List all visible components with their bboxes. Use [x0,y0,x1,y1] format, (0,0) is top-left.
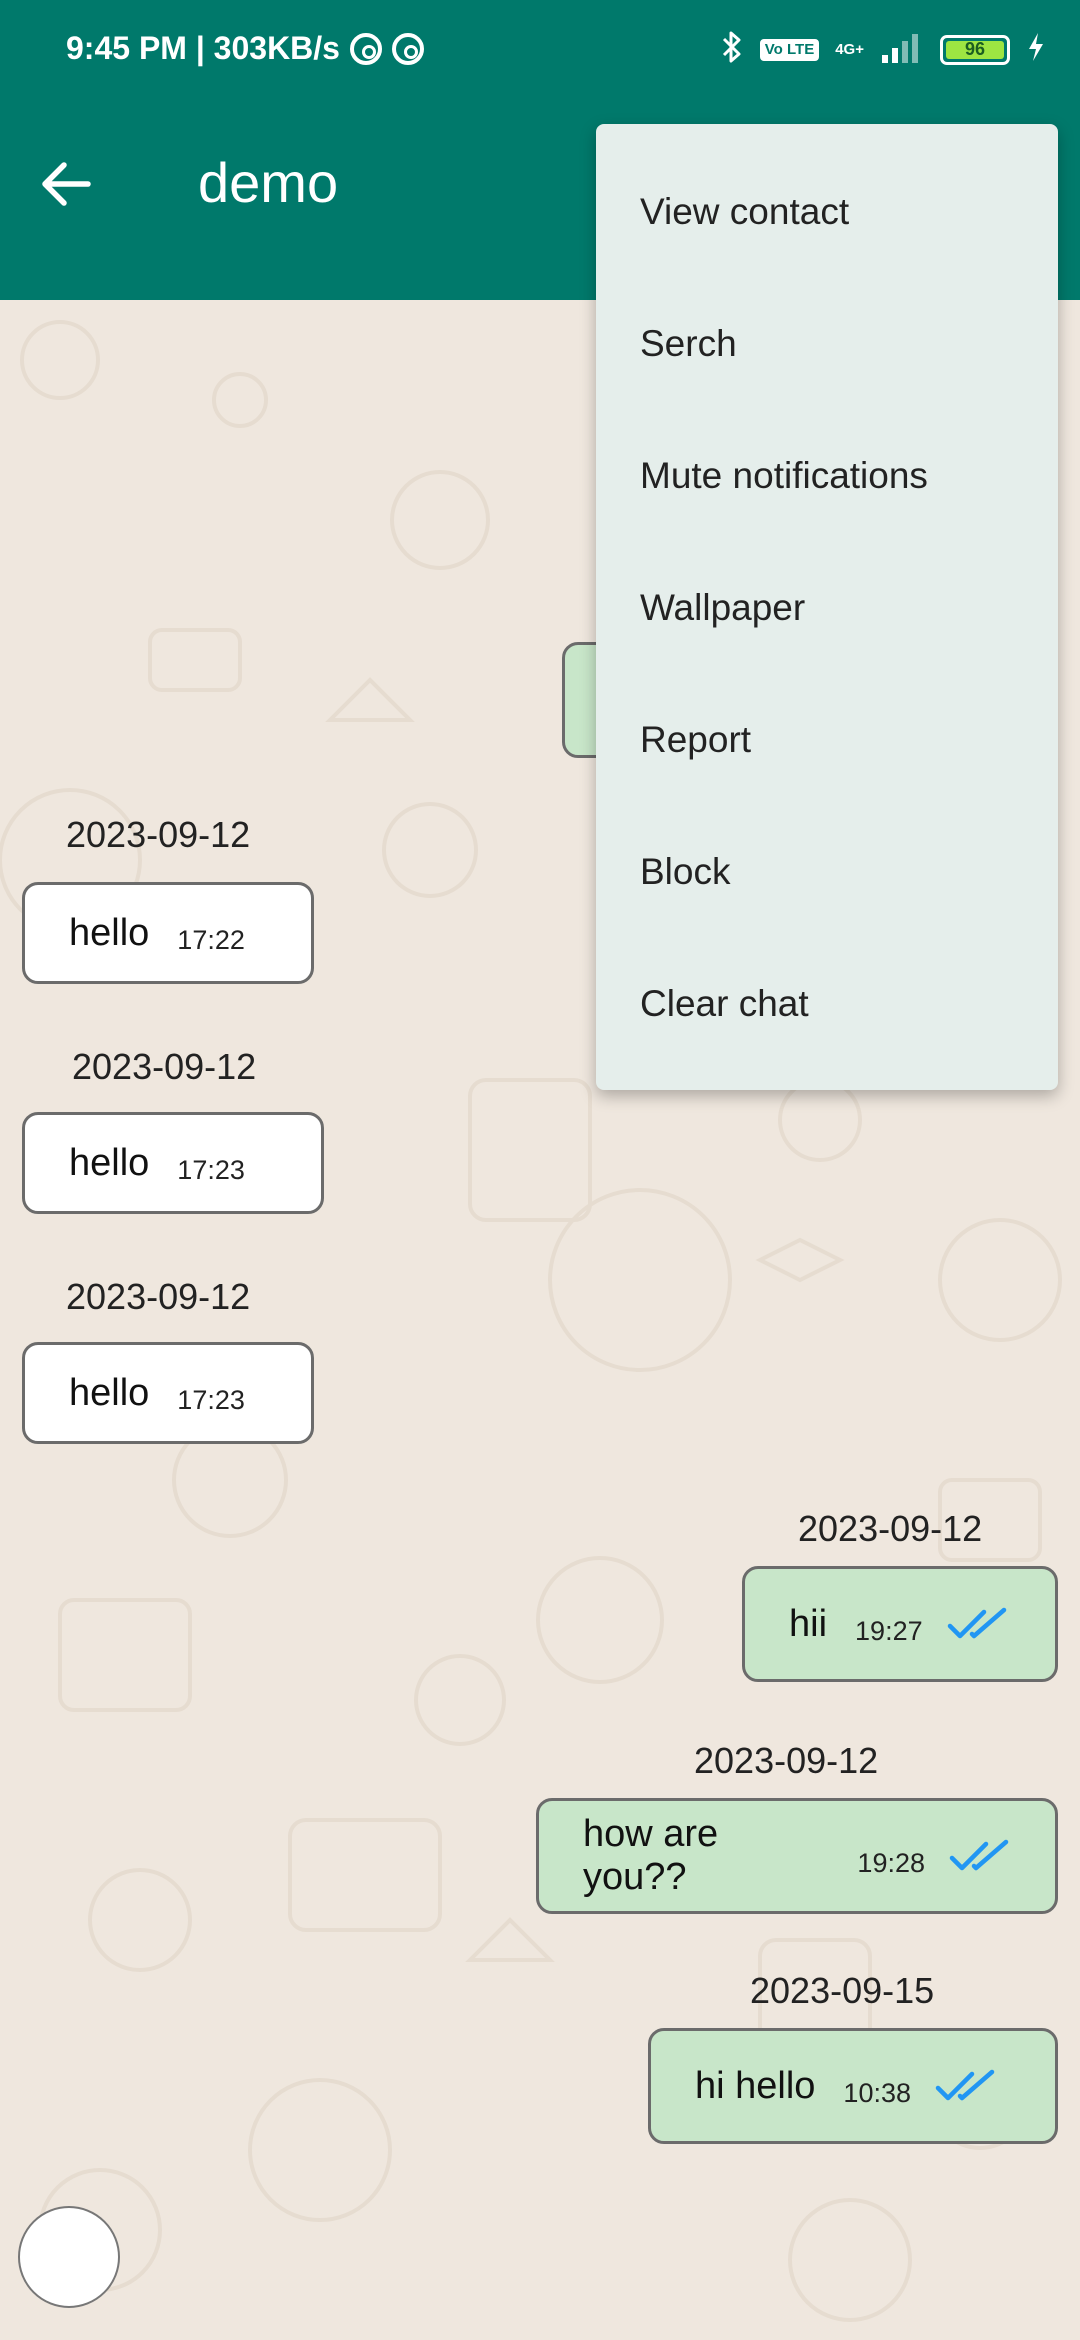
overflow-menu: View contact Serch Mute notifications Wa… [596,124,1058,1090]
signal-icon [880,31,924,68]
back-button[interactable] [36,154,96,214]
double-check-icon [935,2068,999,2109]
floating-action-button[interactable] [18,2206,120,2308]
message-text: hello [69,911,150,954]
message-date: 2023-09-12 [66,1276,251,1317]
message-time: 17:22 [177,924,245,955]
menu-item-report[interactable]: Report [596,674,1058,806]
message-bubble[interactable]: how are you?? 19:28 [536,1798,1058,1914]
battery-level: 96 [946,39,1004,59]
volte-icon: Vo LTE [759,38,820,61]
double-check-icon [947,1606,1011,1647]
message-bubble[interactable]: hello 17:23 [22,1342,314,1444]
message-date: 2023-09-12 [694,1740,879,1781]
status-time-speed: 9:45 PM | 303KB/s [66,30,340,66]
battery-icon: 96 [940,34,1010,65]
message-bubble[interactable]: hii 19:27 [742,1566,1058,1682]
message-text: hi hello [695,2064,816,2107]
sync-icon [391,32,424,65]
message-text: hello [69,1371,150,1414]
charging-icon [1026,31,1046,68]
message-date: 2023-09-12 [798,1508,983,1549]
menu-item-wallpaper[interactable]: Wallpaper [596,542,1058,674]
chat-title: demo [198,151,339,214]
menu-item-search[interactable]: Serch [596,278,1058,410]
message-date: 2023-09-15 [750,1970,935,2011]
message-date: 2023-09-12 [66,814,251,855]
network-type-label: 4G+ [835,40,864,58]
message-bubble[interactable]: hello 17:23 [22,1112,324,1214]
message-text: hii [789,1602,828,1645]
menu-item-block[interactable]: Block [596,806,1058,938]
message-time: 17:23 [177,1384,245,1415]
message-text: hello [69,1141,150,1184]
message-text: how are you?? [583,1813,719,1898]
message-bubble[interactable]: hello 17:22 [22,882,314,984]
message-time: 19:27 [855,1615,923,1646]
message-time: 10:38 [843,2077,911,2108]
status-left: 9:45 PM | 303KB/s [66,30,424,67]
arrow-left-icon [42,162,91,206]
message-date: 2023-09-12 [72,1046,257,1087]
menu-item-clear-chat[interactable]: Clear chat [596,938,1058,1070]
menu-item-view-contact[interactable]: View contact [596,146,1058,278]
message-bubble[interactable]: hi hello 10:38 [648,2028,1058,2144]
message-time: 19:28 [857,1847,925,1878]
status-bar: 9:45 PM | 303KB/s Vo LTE 4G+ 96 [0,0,1080,100]
bluetooth-icon [720,30,744,69]
message-time: 17:23 [177,1154,245,1185]
status-right: Vo LTE 4G+ 96 [720,30,1046,69]
double-check-icon [949,1838,1013,1879]
menu-item-mute-notifications[interactable]: Mute notifications [596,410,1058,542]
hotspot-icon [349,32,382,65]
